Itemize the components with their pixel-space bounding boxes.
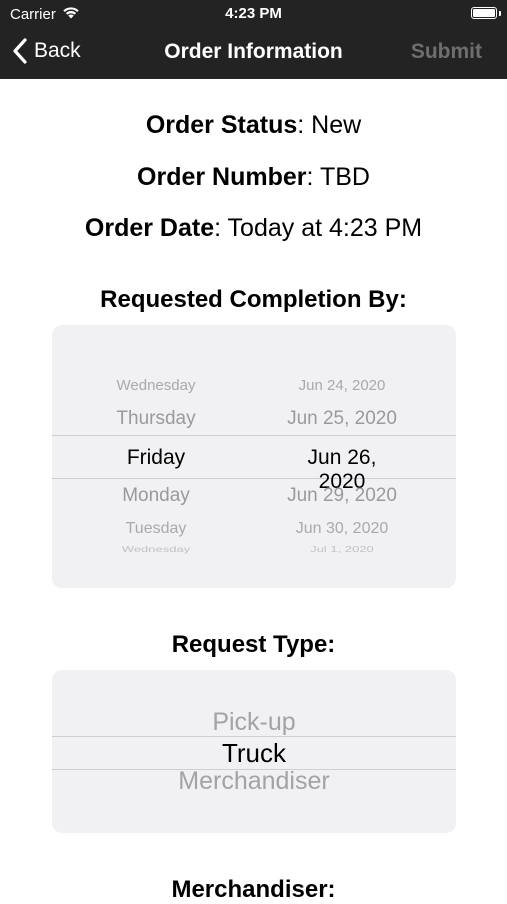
date-row-date: Jun 29, 2020 <box>287 485 397 506</box>
order-number-value: : TBD <box>306 163 370 191</box>
date-row-date: Jun 30, 2020 <box>295 520 389 537</box>
date-row-day: Thursday <box>116 408 196 429</box>
status-bar: Carrier 4:23 PM <box>0 0 507 27</box>
request-type-heading: Request Type: <box>171 631 336 658</box>
date-row-day: Wednesday <box>116 377 196 394</box>
chevron-left-icon <box>13 38 27 64</box>
completion-date-picker[interactable]: Wednesday Jun 24, 2020 Thursday Jun 25, … <box>52 325 456 588</box>
submit-button[interactable]: Submit <box>411 40 482 64</box>
request-type-option[interactable]: Pick-up <box>52 708 456 737</box>
back-button-label: Back <box>34 39 81 62</box>
date-row-day: Friday <box>126 446 186 469</box>
battery-icon <box>471 7 497 19</box>
order-date-value: : Today at 4:23 PM <box>214 214 423 242</box>
order-status-value: : New <box>297 111 362 139</box>
date-row-day: Wednesday <box>121 545 191 554</box>
date-row-date: Jun 25, 2020 <box>287 408 397 429</box>
date-row-date: Jul 1, 2020 <box>310 545 374 554</box>
request-type-option-selected[interactable]: Truck <box>52 738 456 769</box>
order-status-line: Order Status: New <box>0 111 507 140</box>
order-number-line: Order Number: TBD <box>0 163 507 192</box>
request-type-picker[interactable]: Pick-up Truck Merchandiser <box>52 670 456 833</box>
order-number-label: Order Number <box>137 163 307 191</box>
order-status-label: Order Status <box>145 111 298 139</box>
completion-heading: Requested Completion By: <box>100 286 407 313</box>
back-button[interactable]: Back <box>12 37 81 65</box>
order-date-line: Order Date: Today at 4:23 PM <box>0 214 507 243</box>
order-date-label: Order Date <box>84 214 215 242</box>
date-row-date: Jun 24, 2020 <box>298 377 386 394</box>
date-row-day: Monday <box>122 485 190 506</box>
date-row-day: Tuesday <box>125 520 187 537</box>
picker-selection-top-line <box>52 435 456 436</box>
request-type-option[interactable]: Merchandiser <box>52 767 456 796</box>
status-time: 4:23 PM <box>225 5 282 22</box>
battery-tip <box>499 11 501 16</box>
navigation-bar: Back Order Information Submit <box>0 27 507 79</box>
